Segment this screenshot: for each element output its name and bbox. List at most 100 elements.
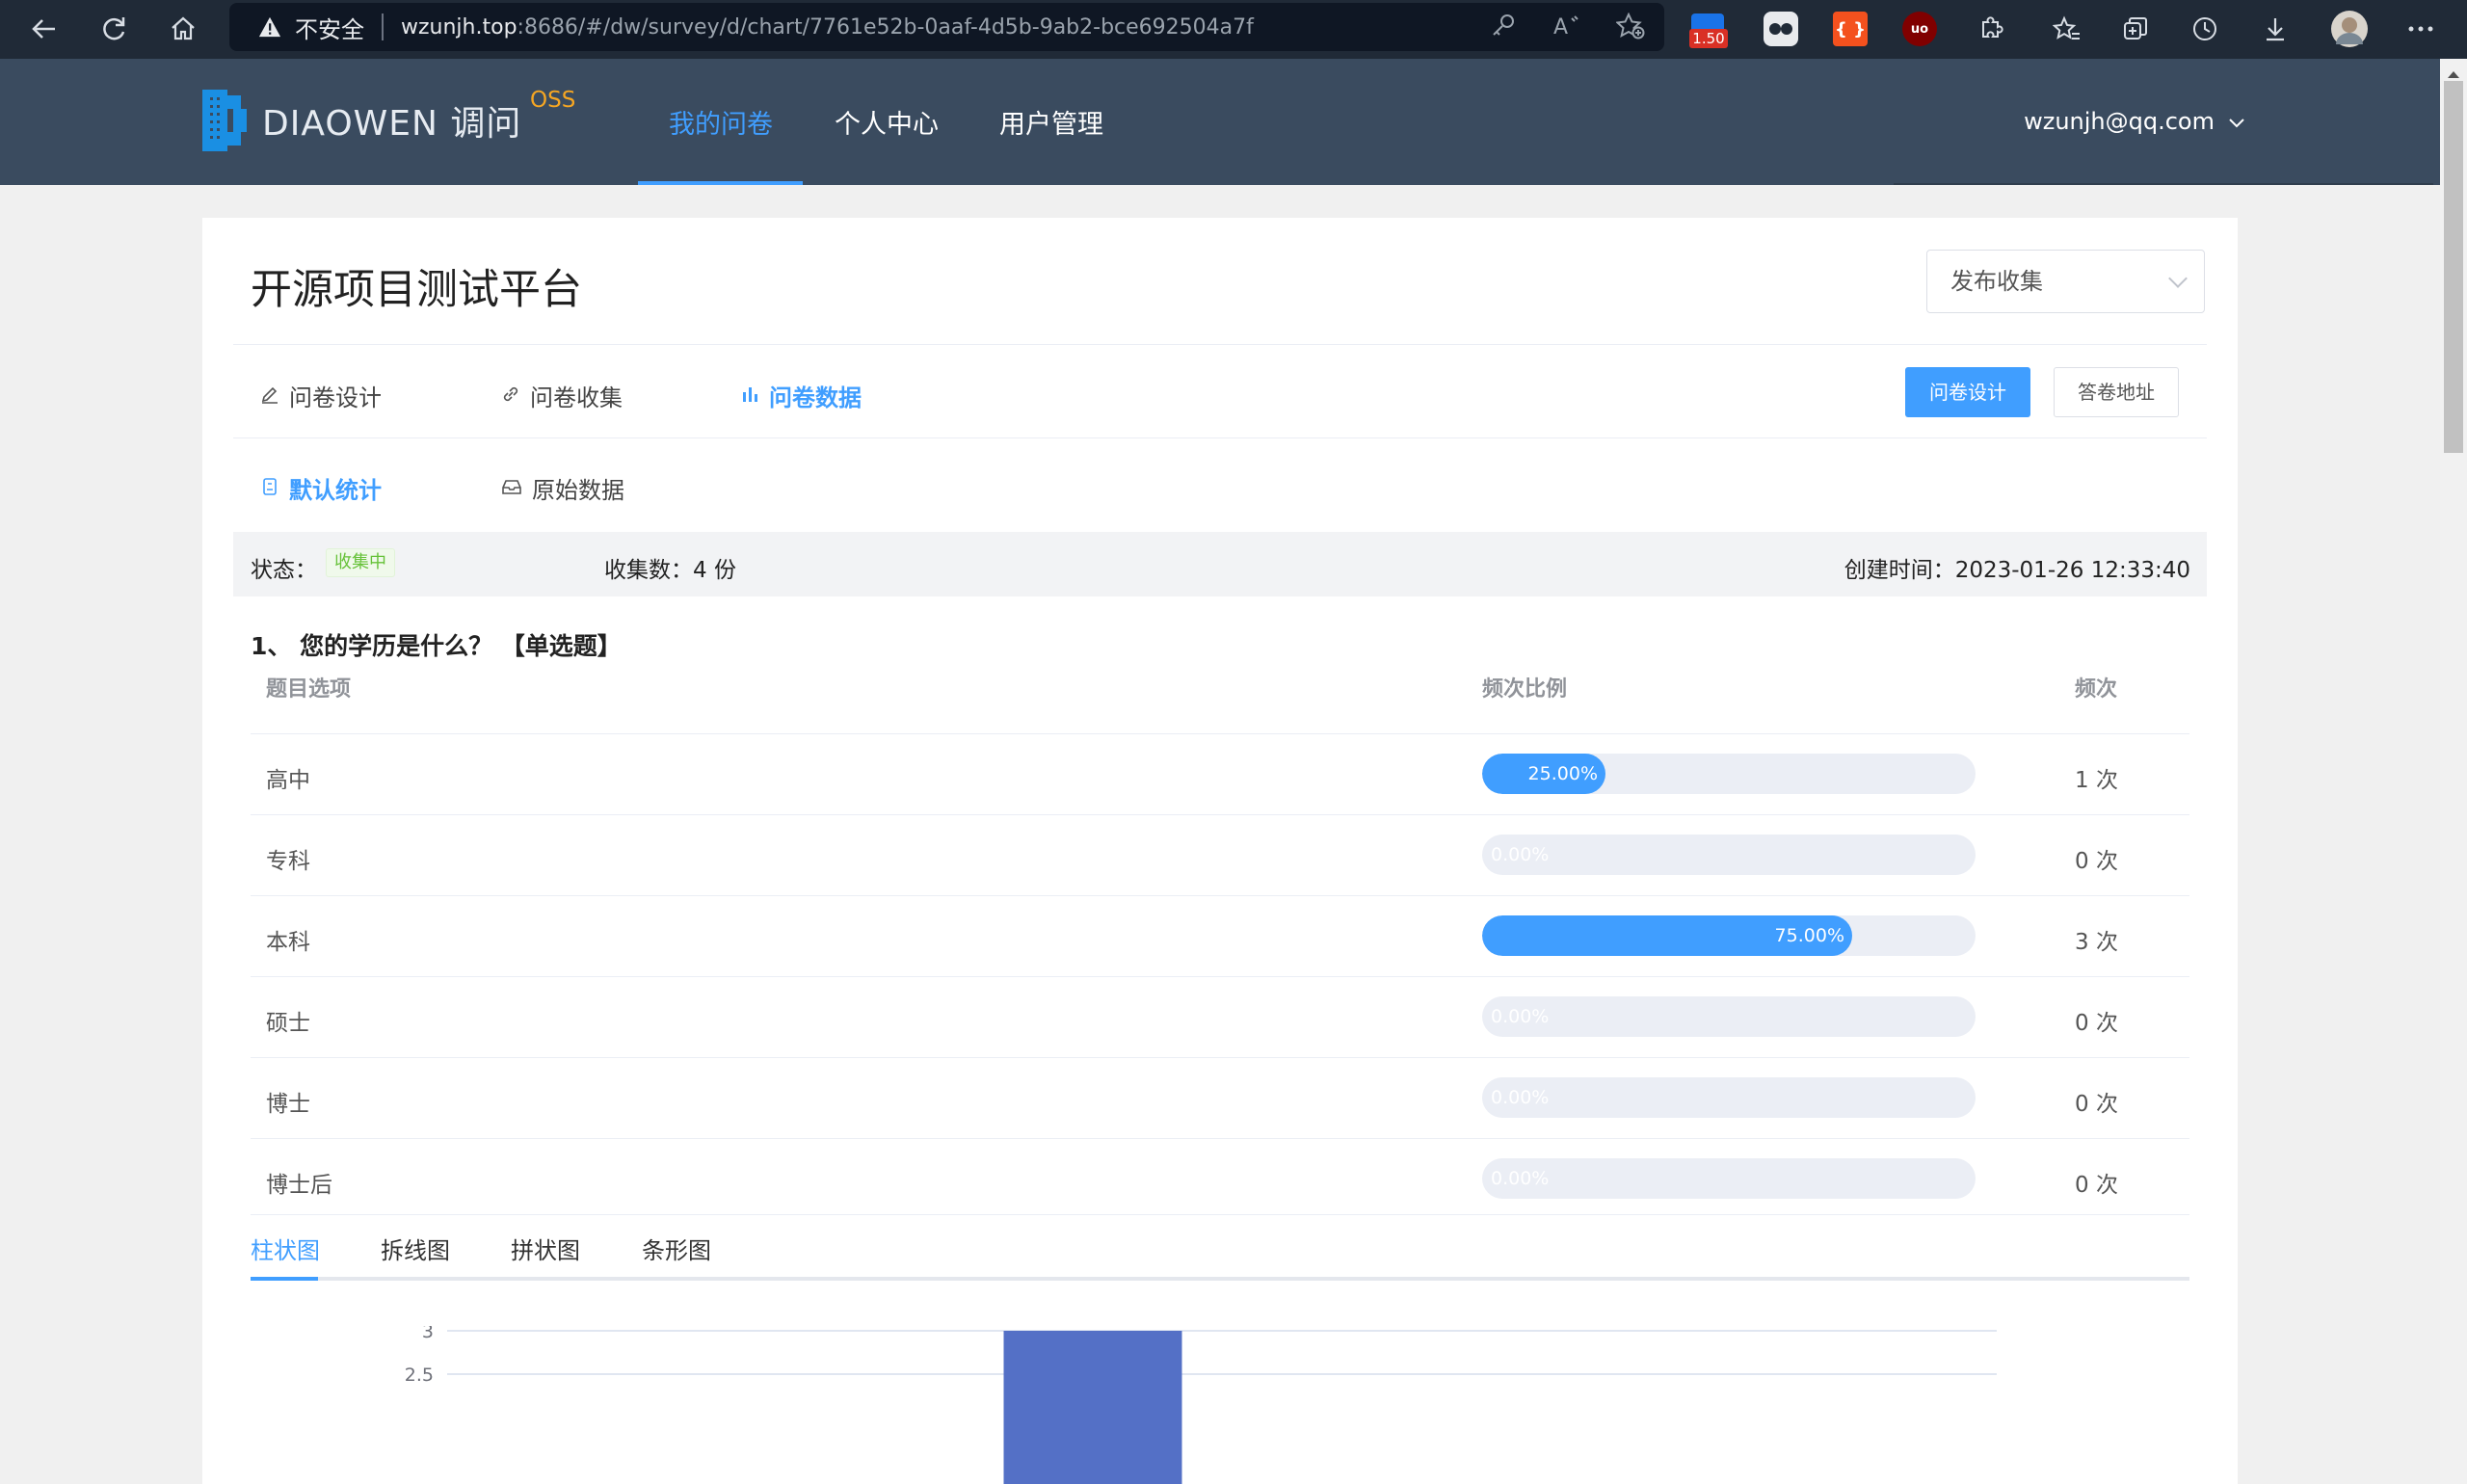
chart-tab-bar[interactable]: 柱状图 <box>251 1232 320 1265</box>
user-email: wzunjh@qq.com <box>2024 108 2215 135</box>
nav-user-management[interactable]: 用户管理 <box>999 59 1103 185</box>
subtab-label: 默认统计 <box>289 477 382 504</box>
progress-label: 0.00% <box>1491 844 1550 865</box>
json-extension-icon[interactable]: { } <box>1833 12 1868 46</box>
back-icon[interactable] <box>25 12 64 46</box>
nav-my-surveys[interactable]: 我的问卷 <box>669 59 773 185</box>
divider <box>233 437 2207 438</box>
progress-label: 0.00% <box>1491 1006 1550 1027</box>
favorites-icon[interactable] <box>2048 12 2086 46</box>
browser-toolbar: 不安全 wzunjh.top:8686/#/dw/survey/d/chart/… <box>0 0 2467 59</box>
row-frequency: 0 次 <box>2075 1011 2118 1036</box>
status-badge: 收集中 <box>326 548 395 577</box>
favorite-add-icon[interactable] <box>1615 12 1645 46</box>
logo-text: DIAOWEN 调问 <box>262 104 522 144</box>
tab-label: 问卷设计 <box>289 384 382 411</box>
chart-tab-active-indicator <box>251 1277 318 1281</box>
bar-chart: 3 2.5 <box>405 1326 1997 1484</box>
user-menu[interactable]: wzunjh@qq.com <box>2024 108 2245 135</box>
row-frequency: 0 次 <box>2075 849 2118 874</box>
table-bottom-border <box>251 1214 2189 1215</box>
url-path: :8686/#/dw/survey/d/chart/7761e52b-0aaf-… <box>517 14 1254 40</box>
tab-label: 问卷收集 <box>530 384 623 411</box>
url-host: wzunjh.top <box>401 14 517 40</box>
progress-bar: 0.00% <box>1482 835 1976 875</box>
reader-extension-icon[interactable] <box>1764 12 1798 46</box>
chevron-down-icon <box>2168 269 2188 288</box>
read-aloud-icon[interactable]: A <box>1552 13 1579 46</box>
answer-url-button[interactable]: 答卷地址 <box>2054 367 2179 417</box>
row-option: 博士后 <box>266 1173 332 1198</box>
profile-avatar[interactable] <box>2330 11 2369 47</box>
progress-fill: 25.00% <box>1482 754 1605 794</box>
chart-bar <box>1003 1331 1182 1484</box>
created-time: 创建时间：2023-01-26 12:33:40 <box>1844 558 2190 583</box>
column-header-ratio: 频次比例 <box>1482 677 1568 702</box>
nav-personal-center[interactable]: 个人中心 <box>835 59 939 185</box>
nav-active-indicator <box>638 181 803 185</box>
chart-tab-horizontal-bar[interactable]: 条形图 <box>642 1232 711 1265</box>
column-header-option: 题目选项 <box>266 677 352 702</box>
ublock-icon[interactable]: uo <box>1902 12 1937 46</box>
tab-label: 问卷数据 <box>769 384 862 411</box>
logo-oss-badge: OSS <box>530 88 576 113</box>
tab-survey-collect[interactable]: 问卷收集 <box>501 379 623 412</box>
progress-bar: 75.00% <box>1482 915 1976 956</box>
progress-fill: 75.00% <box>1482 915 1852 956</box>
subtab-default-stats[interactable]: 默认统计 <box>260 471 382 505</box>
refresh-icon[interactable] <box>94 12 133 46</box>
table-row: 硕士 0.00% 0 次 <box>251 976 2189 1057</box>
app-logo[interactable]: DIAOWEN 调问 <box>202 90 521 151</box>
tab-survey-design[interactable]: 问卷设计 <box>260 379 382 412</box>
table-header: 题目选项 频次比例 频次 <box>251 651 2189 715</box>
key-icon[interactable] <box>1491 13 1516 46</box>
row-frequency: 1 次 <box>2075 768 2118 793</box>
scrollbar-thumb[interactable] <box>2444 81 2463 453</box>
extension-icon[interactable] <box>1971 12 2009 46</box>
survey-card: 开源项目测试平台 发布收集 问卷设计 问卷收集 问卷数据 问卷设计 答卷地址 默… <box>202 218 2238 1484</box>
inbox-icon <box>501 475 522 502</box>
collect-count: 收集数：4 份 <box>604 558 736 583</box>
address-bar[interactable]: 不安全 wzunjh.top:8686/#/dw/survey/d/chart/… <box>229 3 1664 51</box>
progress-bar: 0.00% <box>1482 1077 1976 1118</box>
row-option: 硕士 <box>266 1011 310 1036</box>
chart-tab-pie[interactable]: 拼状图 <box>511 1232 580 1265</box>
warning-icon <box>258 15 281 39</box>
row-option: 博士 <box>266 1092 310 1117</box>
history-icon[interactable] <box>2186 12 2224 46</box>
collections-icon[interactable] <box>2116 12 2155 46</box>
home-icon[interactable] <box>164 12 202 46</box>
document-icon <box>260 475 279 502</box>
table-row: 高中 25.00% 1 次 <box>251 733 2189 814</box>
chevron-down-icon <box>2228 108 2245 135</box>
table-row: 博士 0.00% 0 次 <box>251 1057 2189 1138</box>
logo-icon <box>202 90 249 151</box>
chart-tab-line[interactable]: 拆线图 <box>381 1232 450 1265</box>
publish-select[interactable]: 发布收集 <box>1926 250 2205 313</box>
y-tick-label: 2.5 <box>405 1365 434 1386</box>
y-tick-label: 3 <box>422 1326 434 1342</box>
table-row: 专科 0.00% 0 次 <box>251 814 2189 895</box>
status-label: 状态： <box>251 558 317 583</box>
row-frequency: 0 次 <box>2075 1092 2118 1117</box>
row-frequency: 0 次 <box>2075 1173 2118 1198</box>
table-row: 本科 75.00% 3 次 <box>251 895 2189 976</box>
progress-bar: 25.00% <box>1482 754 1976 794</box>
edit-icon <box>260 383 279 410</box>
survey-design-button[interactable]: 问卷设计 <box>1905 367 2030 417</box>
progress-label: 0.00% <box>1491 1168 1550 1189</box>
chart-tabs-divider <box>251 1277 2189 1281</box>
progress-bar: 0.00% <box>1482 1158 1976 1199</box>
insecure-label: 不安全 <box>295 15 364 43</box>
column-header-frequency: 频次 <box>2075 677 2118 702</box>
svg-text:A: A <box>1553 15 1568 38</box>
subtab-label: 原始数据 <box>532 477 624 504</box>
divider <box>233 344 2207 345</box>
download-icon[interactable] <box>2256 12 2295 46</box>
more-icon[interactable] <box>2401 12 2440 46</box>
tab-survey-data[interactable]: 问卷数据 <box>740 379 862 412</box>
subtab-raw-data[interactable]: 原始数据 <box>501 471 624 505</box>
url-text: wzunjh.top:8686/#/dw/survey/d/chart/7761… <box>401 15 1254 40</box>
row-option: 专科 <box>266 849 310 874</box>
row-frequency: 3 次 <box>2075 930 2118 955</box>
